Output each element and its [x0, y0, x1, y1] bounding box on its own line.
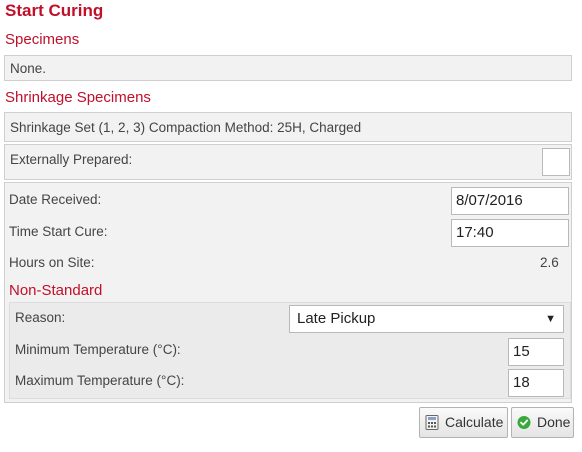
done-button[interactable]: Done	[511, 407, 574, 438]
externally-prepared-checkbox[interactable]	[542, 148, 570, 176]
calculate-button[interactable]: Calculate	[419, 407, 508, 438]
calculator-icon	[425, 415, 439, 430]
date-received-label: Date Received:	[9, 192, 102, 207]
hours-on-site-value: 2.6	[540, 255, 559, 270]
calculate-label: Calculate	[445, 414, 504, 430]
check-circle-icon	[517, 416, 531, 429]
max-temp-label: Maximum Temperature (°C):	[15, 373, 185, 388]
hours-on-site-label: Hours on Site:	[9, 255, 95, 270]
shrinkage-heading: Shrinkage Specimens	[5, 89, 151, 106]
reason-label: Reason:	[15, 310, 66, 325]
externally-prepared-row: Externally Prepared:	[4, 144, 572, 180]
non-standard-heading: Non-Standard	[9, 282, 103, 299]
reason-selected-value: Late Pickup	[297, 310, 376, 327]
time-start-cure-input[interactable]: 17:40	[451, 219, 569, 247]
min-temp-input[interactable]: 15	[508, 338, 564, 366]
specimens-heading: Specimens	[5, 31, 80, 48]
specimens-box: None.	[4, 55, 572, 81]
specimens-value: None.	[10, 61, 47, 76]
done-label: Done	[537, 414, 571, 430]
page-title: Start Curing	[5, 1, 104, 20]
date-received-input[interactable]: 8/07/2016	[451, 187, 569, 215]
min-temp-label: Minimum Temperature (°C):	[15, 342, 181, 357]
time-start-cure-label: Time Start Cure:	[9, 224, 108, 239]
caret-down-icon: ▼	[545, 313, 556, 325]
shrinkage-value: Shrinkage Set (1, 2, 3) Compaction Metho…	[10, 120, 362, 135]
max-temp-input[interactable]: 18	[508, 369, 564, 397]
externally-prepared-label: Externally Prepared:	[10, 152, 133, 167]
reason-select[interactable]: Late Pickup ▼	[289, 305, 564, 333]
shrinkage-box: Shrinkage Set (1, 2, 3) Compaction Metho…	[4, 112, 572, 142]
